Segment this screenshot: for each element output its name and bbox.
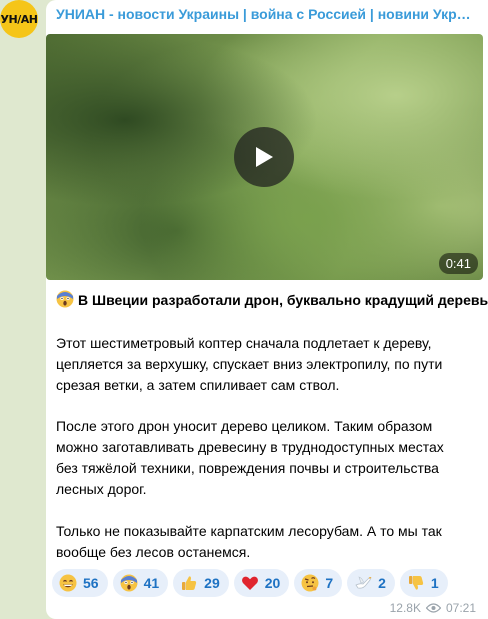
views-count: 12.8K xyxy=(389,601,421,615)
message-meta: 12.8K 07:21 xyxy=(390,601,476,615)
grin-emoji-icon xyxy=(59,574,77,592)
scream-emoji-icon xyxy=(56,290,74,311)
raised-eyebrow-emoji-icon xyxy=(301,574,319,592)
video-player[interactable]: 0:41 xyxy=(46,34,483,280)
post-line: можно заготавливать древесину в труднодо… xyxy=(56,439,444,455)
reaction-count: 7 xyxy=(325,575,334,591)
post-title-text: В Швеции разработали дрон, буквально кра… xyxy=(78,292,488,308)
scream-emoji-icon xyxy=(120,574,138,592)
post-line: лесных дорог. xyxy=(56,481,147,497)
reaction-count: 29 xyxy=(204,575,220,591)
post-paragraph-1: Этот шестиметровый коптер сначала подлет… xyxy=(56,333,476,396)
reaction-thumbs-up[interactable]: 29 xyxy=(173,569,229,597)
post-paragraph-3: Только не показывайте карпатским лесоруб… xyxy=(56,521,476,563)
reactions-bar: 56 41 29 20 7 2 1 xyxy=(52,569,448,597)
reaction-count: 41 xyxy=(143,575,160,591)
post-line: Только не показывайте карпатским лесоруб… xyxy=(56,523,442,539)
post-paragraph-2: После этого дрон уносит дерево целиком. … xyxy=(56,416,476,500)
reaction-count: 1 xyxy=(430,575,439,591)
post-line: цепляется за верхушку, спускает вниз эле… xyxy=(56,356,443,372)
play-button[interactable] xyxy=(234,127,294,187)
post-line: вообще без лесов останемся. xyxy=(56,544,251,560)
reaction-grin[interactable]: 56 xyxy=(52,569,108,597)
video-duration: 0:41 xyxy=(438,253,478,274)
heart-emoji-icon xyxy=(241,576,258,590)
reaction-count: 20 xyxy=(264,575,281,591)
dove-emoji-icon xyxy=(355,576,372,589)
thumbs-up-emoji-icon xyxy=(182,576,197,590)
play-icon xyxy=(256,147,273,167)
message-bubble: УНИАН - новости Украины | война с Россие… xyxy=(46,0,488,619)
post-line: После этого дрон уносит дерево целиком. … xyxy=(56,418,433,434)
reaction-count: 2 xyxy=(378,575,386,591)
thumbs-down-emoji-icon xyxy=(408,576,424,590)
channel-name[interactable]: УНИАН - новости Украины | война с Россие… xyxy=(56,6,476,22)
message-time: 07:21 xyxy=(445,601,476,615)
reaction-count: 56 xyxy=(83,575,99,591)
post-title: В Швеции разработали дрон, буквально кра… xyxy=(56,290,488,311)
reaction-heart[interactable]: 20 xyxy=(233,569,290,597)
reaction-thumbs-down[interactable]: 1 xyxy=(399,569,448,597)
post-line: срезая ветки, а затем спиливает сам ство… xyxy=(56,377,340,393)
channel-avatar[interactable]: УН/АН xyxy=(0,0,38,38)
reaction-dove[interactable]: 2 xyxy=(347,569,395,597)
post-line: Этот шестиметровый коптер сначала подлет… xyxy=(56,335,432,351)
reaction-raised-eyebrow[interactable]: 7 xyxy=(294,569,343,597)
reaction-scream[interactable]: 41 xyxy=(112,569,169,597)
eye-icon xyxy=(425,603,441,613)
avatar-text: УН/АН xyxy=(0,12,38,26)
post-line: без тяжёлой техники, повреждения почвы и… xyxy=(56,460,439,476)
